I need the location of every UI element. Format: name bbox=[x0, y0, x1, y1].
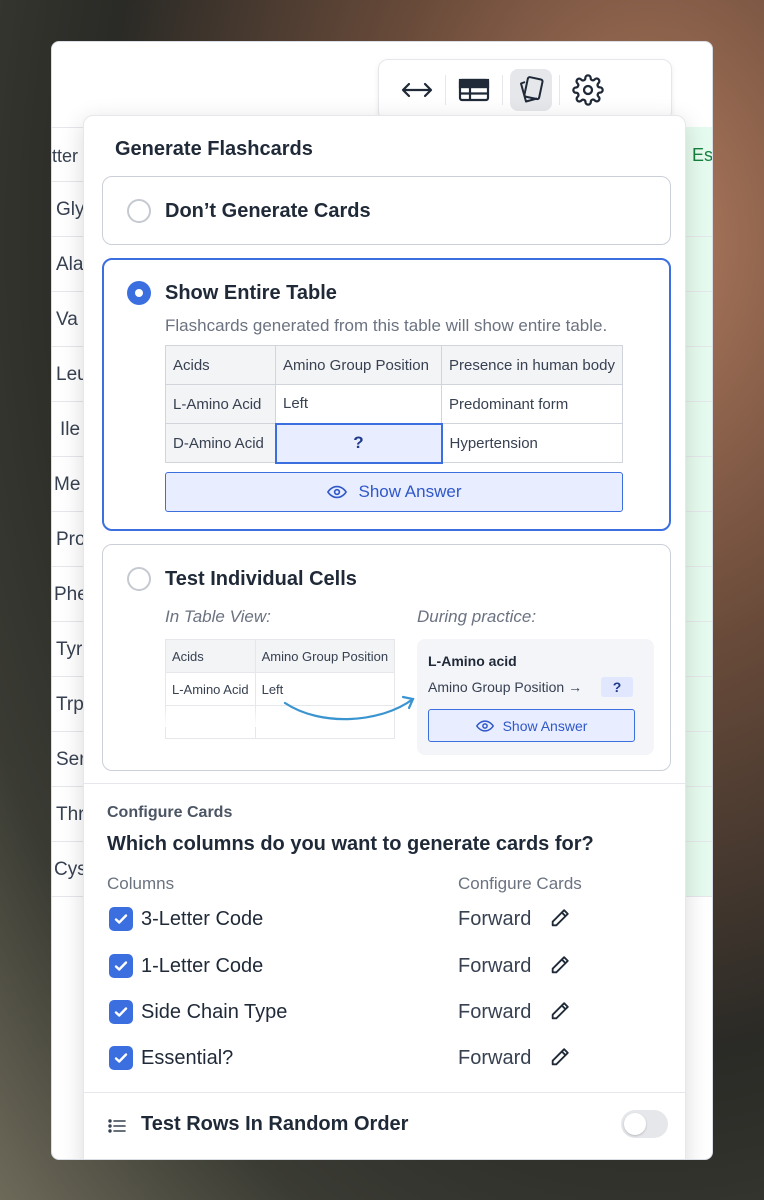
settings-button[interactable] bbox=[567, 69, 609, 111]
popover-title: Generate Flashcards bbox=[115, 138, 313, 160]
column-name: Essential? bbox=[141, 1047, 234, 1069]
column-checkbox[interactable] bbox=[109, 907, 133, 931]
practice-label: During practice: bbox=[417, 607, 537, 626]
table-header-cell: Acids bbox=[165, 345, 276, 385]
option-label: Show Entire Table bbox=[165, 282, 337, 304]
random-order-toggle[interactable] bbox=[621, 1110, 668, 1138]
columns-header: Columns bbox=[107, 874, 175, 893]
row-label: Pro bbox=[56, 529, 86, 550]
pencil-icon[interactable] bbox=[549, 1000, 571, 1022]
column-name: 3-Letter Code bbox=[141, 908, 264, 930]
eye-icon bbox=[326, 485, 347, 499]
radio-show-entire-table[interactable] bbox=[127, 281, 151, 305]
toolbar-divider bbox=[502, 75, 503, 105]
table-row-label: L-Amino Acid bbox=[165, 672, 256, 706]
row-label: Trp bbox=[56, 694, 84, 715]
practice-show-answer-button[interactable]: Show Answer bbox=[428, 709, 635, 742]
table-cell: Hypertension bbox=[441, 423, 623, 463]
expand-width-button[interactable] bbox=[396, 69, 438, 111]
table-cell: Left bbox=[275, 384, 442, 424]
radio-test-individual-cells[interactable] bbox=[127, 567, 151, 591]
practice-preview: L-Amino acid Amino Group Position → ? Sh… bbox=[417, 639, 654, 755]
column-header-essential: Es bbox=[692, 145, 713, 165]
option-show-entire-table[interactable]: Show Entire Table Flashcards generated f… bbox=[102, 258, 671, 531]
show-answer-button[interactable]: Show Answer bbox=[165, 472, 623, 512]
card-direction: Forward bbox=[458, 1047, 532, 1069]
table-cell: Predominant form bbox=[441, 384, 623, 424]
flashcards-icon bbox=[520, 76, 544, 103]
column-row: 3-Letter Code Forward bbox=[107, 904, 667, 934]
window-frame: tter Es Gly Ala Va Leu Ile Me Pro Phe Ty… bbox=[0, 0, 764, 1200]
option-test-individual-cells[interactable]: Test Individual Cells In Table View: Dur… bbox=[102, 544, 671, 771]
practice-answer-badge: ? bbox=[601, 677, 633, 697]
table-header-cell: Presence in human body bbox=[441, 345, 623, 385]
section-divider bbox=[84, 783, 685, 784]
expand-horizontal-icon bbox=[401, 82, 433, 98]
radio-dont-generate[interactable] bbox=[127, 199, 151, 223]
show-answer-label: Show Answer bbox=[502, 717, 588, 734]
column-header-partial: tter bbox=[52, 146, 79, 166]
toolbar-divider bbox=[559, 75, 560, 105]
generate-flashcards-popover: Generate Flashcards Don’t Generate Cards… bbox=[83, 115, 686, 1159]
column-name: Side Chain Type bbox=[141, 1001, 288, 1023]
column-row: 1-Letter Code Forward bbox=[107, 951, 667, 981]
table-header-cell: Amino Group Position bbox=[254, 639, 396, 673]
row-label: Tyr bbox=[56, 639, 83, 660]
row-label: Thr bbox=[56, 804, 85, 825]
row-label: Ser bbox=[56, 749, 86, 770]
card-direction: Forward bbox=[458, 1001, 532, 1023]
curved-arrow-icon bbox=[283, 695, 415, 721]
hidden-answer-cell: ? bbox=[274, 422, 443, 464]
check-icon bbox=[114, 961, 128, 971]
list-order-icon bbox=[108, 1119, 126, 1133]
check-icon bbox=[114, 1053, 128, 1063]
table-row-label: L-Amino Acid bbox=[165, 384, 276, 424]
column-checkbox[interactable] bbox=[109, 1046, 133, 1070]
row-label: Ile bbox=[60, 419, 81, 440]
column-row: Side Chain Type Forward bbox=[107, 997, 667, 1027]
section-divider bbox=[84, 1092, 685, 1093]
table-view-label: In Table View: bbox=[165, 607, 271, 626]
practice-title: L-Amino acid bbox=[428, 653, 517, 669]
row-label: Gly bbox=[56, 199, 85, 220]
card-direction: Forward bbox=[458, 955, 532, 977]
column-name: 1-Letter Code bbox=[141, 955, 264, 977]
sample-table: Acids Amino Group Position Presence in h… bbox=[165, 345, 623, 464]
configure-section-title: Configure Cards bbox=[107, 804, 233, 821]
show-answer-label: Show Answer bbox=[358, 482, 462, 501]
configure-cards-header: Configure Cards bbox=[458, 874, 582, 893]
option-label: Test Individual Cells bbox=[165, 568, 357, 590]
pencil-icon[interactable] bbox=[549, 954, 571, 976]
app-window: tter Es Gly Ala Va Leu Ile Me Pro Phe Ty… bbox=[51, 41, 713, 1160]
table-view-button[interactable] bbox=[453, 69, 495, 111]
card-direction: Forward bbox=[458, 908, 532, 930]
check-icon bbox=[114, 914, 128, 924]
row-label: Va bbox=[56, 309, 78, 330]
pencil-icon[interactable] bbox=[549, 1046, 571, 1068]
configure-question: Which columns do you want to generate ca… bbox=[107, 833, 594, 855]
table-row-label: D-Amino Acid bbox=[165, 423, 276, 463]
table-header-cell: Amino Group Position bbox=[275, 345, 442, 385]
view-toolbar bbox=[378, 59, 672, 121]
practice-question: Amino Group Position → bbox=[428, 679, 583, 695]
column-row: Essential? Forward bbox=[107, 1043, 667, 1073]
toolbar-divider bbox=[445, 75, 446, 105]
column-checkbox[interactable] bbox=[109, 954, 133, 978]
option-description: Flashcards generated from this table wil… bbox=[165, 316, 608, 335]
pencil-icon[interactable] bbox=[549, 907, 571, 929]
table-header-cell: Acids bbox=[165, 639, 256, 673]
row-label: Ala bbox=[56, 254, 84, 275]
flashcards-button[interactable] bbox=[510, 69, 552, 111]
settings-icon bbox=[572, 74, 604, 106]
table-icon bbox=[458, 78, 490, 102]
column-checkbox[interactable] bbox=[109, 1000, 133, 1024]
random-order-label: Test Rows In Random Order bbox=[141, 1113, 409, 1135]
option-dont-generate[interactable]: Don’t Generate Cards bbox=[102, 176, 671, 245]
check-icon bbox=[114, 1007, 128, 1017]
option-label: Don’t Generate Cards bbox=[165, 200, 371, 222]
row-label: Me bbox=[54, 474, 81, 495]
eye-icon bbox=[475, 719, 494, 732]
row-label: Cys bbox=[54, 859, 87, 880]
